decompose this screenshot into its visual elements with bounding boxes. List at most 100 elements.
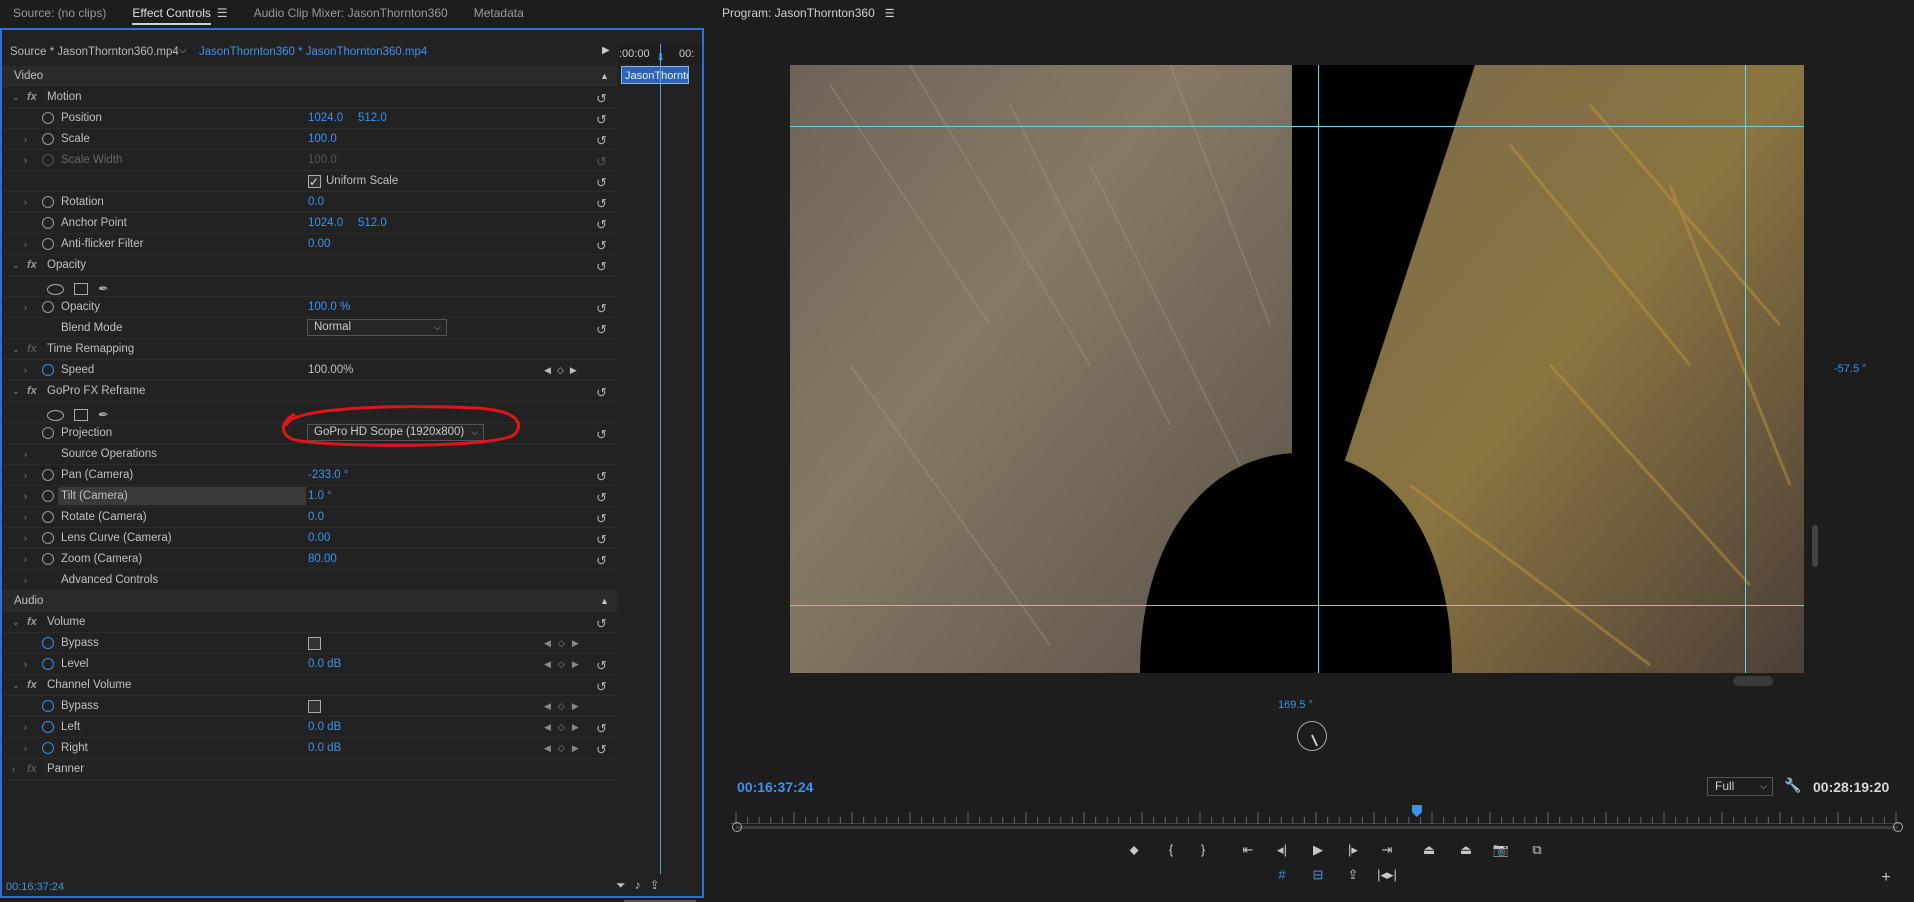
tab-source[interactable]: Source: (no clips) <box>0 0 119 28</box>
twirl-closed-icon[interactable]: › <box>24 465 27 485</box>
step-forward-icon[interactable]: |▸ <box>1341 842 1365 858</box>
bypass-checkbox[interactable] <box>308 700 321 713</box>
opacity-value[interactable]: 100.0 % <box>308 297 350 317</box>
twirl-open-icon[interactable]: ⌄ <box>12 612 20 632</box>
reset-icon[interactable]: ↺ <box>596 110 607 130</box>
prop-lens-curve[interactable]: › Lens Curve (Camera) 0.00 ↺ <box>2 528 617 549</box>
prop-rotate-camera[interactable]: › Rotate (Camera) 0.0 ↺ <box>2 507 617 528</box>
twirl-closed-icon[interactable]: › <box>24 297 27 317</box>
prop-advanced-controls[interactable]: › Advanced Controls <box>2 570 617 591</box>
fx-icon[interactable]: fx <box>27 255 37 275</box>
anchor-x-value[interactable]: 1024.0 <box>308 213 343 233</box>
tab-effect-controls[interactable]: Effect Controls ☰ <box>119 0 240 28</box>
stopwatch-icon[interactable] <box>42 133 54 145</box>
reset-icon[interactable]: ↺ <box>596 425 607 445</box>
wrench-icon[interactable]: 🔧 <box>1784 777 1801 794</box>
reset-icon[interactable]: ↺ <box>596 257 607 277</box>
left-value[interactable]: 0.0 dB <box>308 717 341 737</box>
prop-rotation[interactable]: › Rotation 0.0 ↺ <box>2 192 617 213</box>
bypass-checkbox[interactable] <box>308 637 321 650</box>
blend-mode-select[interactable]: Normal ⌵ <box>307 319 447 336</box>
reset-icon[interactable]: ↺ <box>596 383 607 403</box>
right-value[interactable]: 0.0 dB <box>308 738 341 758</box>
prop-anti-flicker[interactable]: › Anti-flicker Filter 0.00 ↺ <box>2 234 617 255</box>
twirl-closed-icon[interactable]: › <box>24 528 27 548</box>
level-value[interactable]: 0.0 dB <box>308 654 341 674</box>
rotation-value[interactable]: 0.0 <box>308 192 324 212</box>
position-y-value[interactable]: 512.0 <box>358 108 387 128</box>
panel-menu-icon[interactable]: ☰ <box>885 8 895 20</box>
twirl-closed-icon[interactable]: › <box>24 549 27 569</box>
twirl-open-icon[interactable]: ⌄ <box>12 255 20 275</box>
add-marker-icon[interactable]: ⬥ <box>1122 842 1146 858</box>
collapse-icon[interactable]: ▲ <box>600 591 609 612</box>
stopwatch-icon[interactable] <box>42 721 54 733</box>
lift-icon[interactable]: ⏏ <box>1417 842 1441 858</box>
twirl-closed-icon[interactable]: › <box>24 192 27 212</box>
stopwatch-icon[interactable] <box>42 112 54 124</box>
export-frame-icon[interactable]: 📷 <box>1489 842 1513 858</box>
export-icon[interactable]: ⇪ <box>1341 867 1365 883</box>
chevron-down-icon[interactable]: ⌵ <box>179 45 187 56</box>
reset-icon[interactable]: ↺ <box>596 656 607 676</box>
prop-speed[interactable]: › Speed 100.00% ◀◇▶ <box>2 360 617 381</box>
ellipse-mask-icon[interactable] <box>47 409 64 421</box>
stopwatch-icon[interactable] <box>42 301 54 313</box>
rotation-dial[interactable] <box>1297 721 1327 751</box>
add-button-icon[interactable]: + <box>1874 869 1898 887</box>
twirl-closed-icon[interactable]: › <box>24 129 27 149</box>
prop-position[interactable]: Position 1024.0 512.0 ↺ <box>2 108 617 129</box>
go-to-out-icon[interactable]: ⇥ <box>1375 842 1399 858</box>
reset-icon[interactable]: ↺ <box>596 488 607 508</box>
rectangle-mask-icon[interactable] <box>74 283 88 295</box>
stopwatch-icon[interactable] <box>42 637 54 649</box>
prop-scale[interactable]: › Scale 100.0 ↺ <box>2 129 617 150</box>
effect-gopro-fx-reframe[interactable]: ⌄ fx GoPro FX Reframe ↺ <box>2 381 617 402</box>
safe-margins-icon[interactable]: # <box>1270 867 1294 882</box>
stopwatch-icon[interactable] <box>42 427 54 439</box>
prop-blend-mode[interactable]: Blend Mode Normal ⌵ ↺ <box>2 318 617 339</box>
prop-tilt-camera[interactable]: › Tilt (Camera) 1.0 ° ↺ <box>2 486 617 507</box>
stopwatch-icon[interactable] <box>42 469 54 481</box>
ec-timecode[interactable]: 00:16:37:24 <box>6 881 64 893</box>
stopwatch-icon[interactable] <box>42 700 54 712</box>
antiflicker-value[interactable]: 0.00 <box>308 234 330 254</box>
twirl-closed-icon[interactable]: › <box>24 507 27 527</box>
zoom-handle-right[interactable] <box>1893 822 1903 832</box>
guide-line[interactable] <box>790 605 1804 606</box>
reset-icon[interactable]: ↺ <box>596 194 607 214</box>
program-time-ruler[interactable] <box>730 805 1902 824</box>
step-back-icon[interactable]: ◂| <box>1270 842 1294 858</box>
play-only-icon[interactable]: ▶ <box>602 45 610 56</box>
reset-icon[interactable]: ↺ <box>596 677 607 697</box>
reset-icon[interactable]: ↺ <box>596 467 607 487</box>
reset-icon[interactable]: ↺ <box>596 719 607 739</box>
twirl-closed-icon[interactable]: › <box>24 738 27 758</box>
twirl-closed-icon[interactable]: › <box>12 759 15 779</box>
prop-anchor-point[interactable]: Anchor Point 1024.0 512.0 ↺ <box>2 213 617 234</box>
stopwatch-icon[interactable] <box>42 490 54 502</box>
effect-panner[interactable]: › fx Panner <box>2 759 617 780</box>
twirl-open-icon[interactable]: ⌄ <box>12 87 20 107</box>
guide-line[interactable] <box>1318 65 1319 673</box>
prop-right[interactable]: › Right 0.0 dB ◀◇▶ ↺ <box>2 738 617 759</box>
reset-icon[interactable]: ↺ <box>596 740 607 760</box>
reset-icon[interactable]: ↺ <box>596 131 607 151</box>
prop-level[interactable]: › Level 0.0 dB ◀◇▶ ↺ <box>2 654 617 675</box>
pen-mask-icon[interactable]: ✒ <box>98 279 109 299</box>
ellipse-mask-icon[interactable] <box>47 283 64 295</box>
fx-icon[interactable]: fx <box>27 612 37 632</box>
play-icon[interactable]: ▶ <box>1306 842 1330 858</box>
reset-icon[interactable]: ↺ <box>596 530 607 550</box>
reset-icon[interactable]: ↺ <box>596 173 607 193</box>
clip-bar[interactable]: JasonThornton360 <box>621 66 689 84</box>
prop-bypass[interactable]: Bypass ◀◇▶ <box>2 696 617 717</box>
prop-left[interactable]: › Left 0.0 dB ◀◇▶ ↺ <box>2 717 617 738</box>
effect-opacity[interactable]: ⌄ fx Opacity ↺ <box>2 255 617 276</box>
twirl-open-icon[interactable]: ⌄ <box>12 339 20 359</box>
horizontal-scrollbar[interactable] <box>1733 676 1773 686</box>
zoom-bar[interactable] <box>736 826 1898 829</box>
speed-value[interactable]: 100.00% <box>308 360 353 380</box>
prop-opacity[interactable]: › Opacity 100.0 % ↺ <box>2 297 617 318</box>
prop-pan-camera[interactable]: › Pan (Camera) -233.0 ° ↺ <box>2 465 617 486</box>
